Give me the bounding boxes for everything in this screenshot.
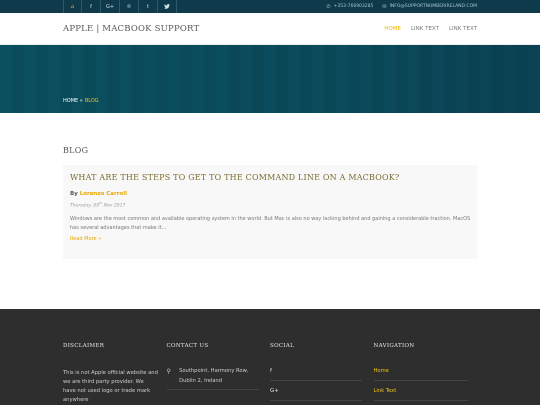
read-more-link[interactable]: Read More »: [70, 236, 471, 242]
post-excerpt: Windows are the most common and availabl…: [70, 215, 471, 231]
nav-item-home[interactable]: HOME: [384, 26, 401, 32]
social-heading: SOCIAL: [270, 343, 295, 349]
envelope-icon: ✉: [382, 3, 387, 10]
site-footer: DISCLAIMER This is not Apple official we…: [0, 309, 540, 405]
footer-navigation: NAVIGATION Home Link Text: [373, 309, 478, 405]
pinterest-icon[interactable]: ℗: [120, 0, 139, 13]
map-pin-icon: ⚲: [166, 368, 171, 375]
site-brand[interactable]: APPLE | MACBOOK SUPPORT: [63, 24, 199, 34]
address-line: ⚲ Southpoint, Harmony Row, Dublin 2, Ire…: [166, 367, 259, 390]
home-icon[interactable]: ⌂: [63, 0, 82, 13]
top-bar: ⌂ f G+ ℗ t ✆ +353-766903285 ✉ INFO@SUPPO…: [0, 0, 540, 13]
tumblr-icon[interactable]: t: [139, 0, 158, 13]
breadcrumb-home-link[interactable]: HOME »: [63, 98, 83, 104]
footer-facebook-icon[interactable]: f: [270, 361, 362, 381]
post-date-day: Thursday, 09: [70, 203, 100, 209]
post-author-line: By Lorenzo Carroll: [70, 191, 471, 197]
email-contact[interactable]: ✉ INFO@SUPPORTNUMBERIRELAND.COM: [382, 4, 477, 10]
footer-social: SOCIAL f G+: [270, 309, 374, 405]
footer-google-plus-icon[interactable]: G+: [270, 381, 362, 401]
twitter-bird-icon: [164, 4, 170, 9]
facebook-icon[interactable]: f: [82, 0, 101, 13]
site-header: APPLE | MACBOOK SUPPORT HOME LINK TEXT L…: [0, 13, 540, 45]
navigation-heading: NAVIGATION: [373, 343, 415, 349]
twitter-icon[interactable]: [158, 0, 177, 13]
post-author[interactable]: Lorenzo Carroll: [80, 191, 127, 197]
footer-nav-home[interactable]: Home: [373, 361, 468, 381]
main-content: BLOG WHAT ARE THE STEPS TO GET TO THE CO…: [0, 146, 540, 259]
post-title[interactable]: WHAT ARE THE STEPS TO GET TO THE COMMAND…: [70, 173, 471, 182]
disclaimer-heading: DISCLAIMER: [63, 343, 105, 349]
phone-icon: ✆: [326, 3, 331, 10]
contact-heading: CONTACT US: [166, 343, 209, 349]
breadcrumb: HOME » BLOG: [63, 98, 99, 104]
post-date-rest: Nov 2017: [102, 203, 126, 209]
breadcrumb-current: BLOG: [84, 98, 99, 104]
google-plus-icon[interactable]: G+: [101, 0, 120, 13]
footer-nav-link-text[interactable]: Link Text: [373, 381, 468, 401]
address-text: Southpoint, Harmony Row, Dublin 2, Irela…: [179, 368, 249, 384]
top-contacts: ✆ +353-766903285 ✉ INFO@SUPPORTNUMBERIRE…: [326, 4, 477, 10]
page-title: BLOG: [63, 146, 89, 155]
social-list: f G+: [270, 361, 374, 401]
blog-post-card: WHAT ARE THE STEPS TO GET TO THE COMMAND…: [63, 165, 477, 259]
top-social-links: ⌂ f G+ ℗ t: [63, 0, 177, 13]
page-banner: HOME » BLOG: [0, 45, 540, 113]
phone-contact[interactable]: ✆ +353-766903285: [326, 4, 373, 10]
contact-block: ⚲ Southpoint, Harmony Row, Dublin 2, Ire…: [166, 367, 271, 390]
main-nav: HOME LINK TEXT LINK TEXT: [384, 26, 477, 32]
phone-number: +353-766903285: [333, 4, 374, 9]
post-date: Thursday, 09th Nov 2017: [70, 201, 471, 209]
disclaimer-text: This is not Apple official website and w…: [63, 370, 158, 403]
footer-nav-list: Home Link Text: [373, 361, 478, 401]
nav-item-link-text-1[interactable]: LINK TEXT: [411, 26, 439, 32]
footer-disclaimer: DISCLAIMER This is not Apple official we…: [63, 309, 167, 405]
email-address: INFO@SUPPORTNUMBERIRELAND.COM: [389, 4, 477, 9]
post-by-label: By: [70, 191, 78, 197]
footer-contact: CONTACT US ⚲ Southpoint, Harmony Row, Du…: [166, 309, 271, 405]
nav-item-link-text-2[interactable]: LINK TEXT: [449, 26, 477, 32]
